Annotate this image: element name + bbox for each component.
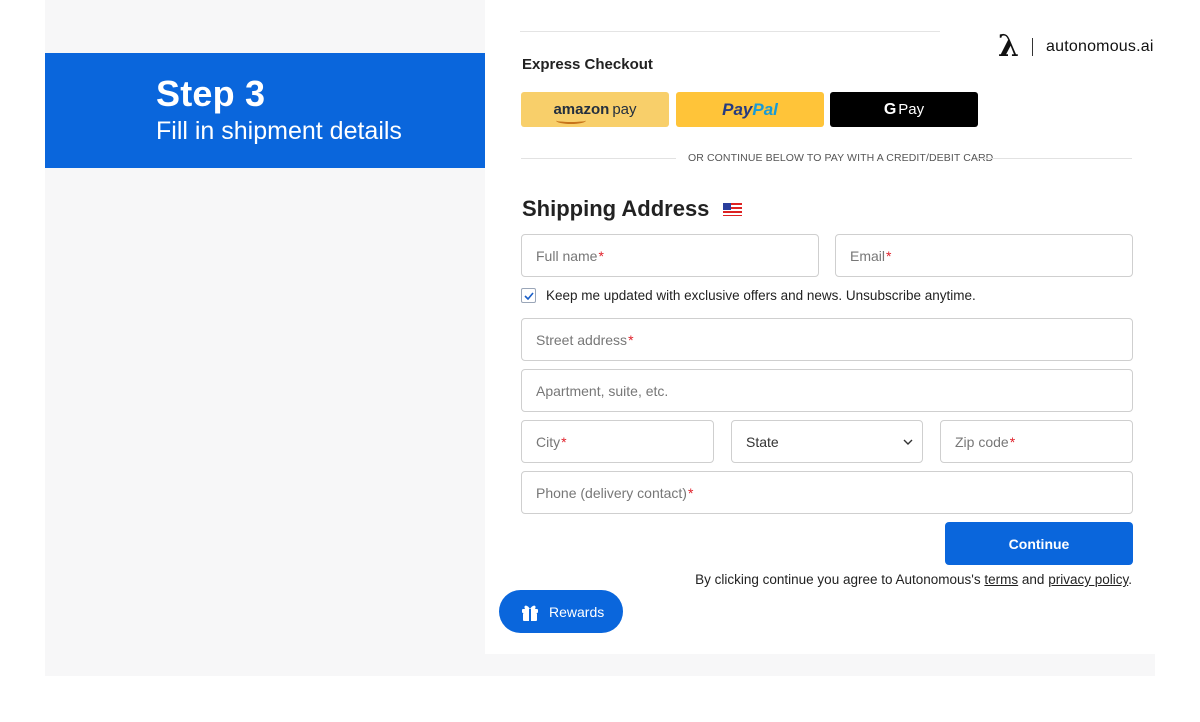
required-marker: * — [561, 433, 567, 450]
divider-text: OR CONTINUE BELOW TO PAY WITH A CREDIT/D… — [688, 152, 994, 164]
rewards-button[interactable]: Rewards — [499, 590, 623, 633]
privacy-policy-link[interactable]: privacy policy — [1048, 572, 1128, 587]
newsletter-option[interactable]: Keep me updated with exclusive offers an… — [521, 288, 976, 303]
apartment-input[interactable]: Apartment, suite, etc. — [521, 369, 1133, 412]
gift-icon — [520, 602, 540, 622]
street-address-input[interactable]: Street address * — [521, 318, 1133, 361]
paypal-word-pal: Pal — [752, 99, 778, 119]
email-input[interactable]: Email * — [835, 234, 1133, 277]
state-select[interactable]: State — [731, 420, 923, 463]
google-pay-word: Pay — [898, 101, 925, 118]
chevron-down-icon — [903, 439, 913, 445]
continue-button[interactable]: Continue — [945, 522, 1133, 565]
required-marker: * — [628, 331, 634, 348]
step-subtitle: Fill in shipment details — [156, 117, 402, 145]
step-banner: Step 3 Fill in shipment details — [45, 53, 485, 168]
google-pay-logo: G Pay — [884, 101, 924, 119]
brand-name: autonomous.ai — [1046, 38, 1154, 55]
us-flag-canton — [723, 202, 732, 210]
newsletter-label: Keep me updated with exclusive offers an… — [546, 288, 976, 303]
full-name-input[interactable]: Full name * — [521, 234, 819, 277]
shipping-address-title: Shipping Address — [522, 196, 743, 222]
amazon-pay-logo: amazon pay — [553, 101, 637, 124]
lambda-logo-icon: λ — [998, 29, 1020, 64]
terms-notice: By clicking continue you agree to Autono… — [695, 572, 1132, 587]
state-selected-value: State — [746, 433, 779, 450]
google-pay-button[interactable]: G Pay — [830, 92, 978, 127]
paypal-logo: PayPal — [722, 100, 778, 120]
phone-placeholder: Phone (delivery contact) — [536, 484, 687, 501]
step-title: Step 3 — [156, 73, 266, 114]
rewards-label: Rewards — [549, 603, 605, 620]
google-g-icon: G — [883, 100, 897, 118]
street-placeholder: Street address — [536, 331, 628, 348]
amazon-smile-icon — [556, 117, 587, 124]
top-divider — [520, 31, 940, 32]
newsletter-checkbox[interactable] — [521, 288, 536, 303]
or-divider: OR CONTINUE BELOW TO PAY WITH A CREDIT/D… — [521, 152, 1132, 166]
us-flag-icon — [723, 202, 743, 216]
zip-code-input[interactable]: Zip code * — [940, 420, 1133, 463]
full-name-placeholder: Full name — [536, 247, 598, 264]
checkmark-icon — [523, 291, 534, 300]
paypal-word-pay: Pay — [722, 99, 753, 119]
email-placeholder: Email — [850, 247, 886, 264]
paypal-button[interactable]: PayPal — [676, 92, 824, 127]
required-marker: * — [1009, 433, 1016, 450]
shipping-title-text: Shipping Address — [522, 196, 710, 221]
divider-line-left — [521, 158, 676, 159]
express-checkout-title: Express Checkout — [522, 56, 653, 73]
amazon-pay-button[interactable]: amazon pay — [521, 92, 669, 127]
brand-logo: λ autonomous.ai — [998, 32, 1154, 62]
required-marker: * — [598, 247, 604, 264]
apartment-placeholder: Apartment, suite, etc. — [536, 382, 669, 399]
city-placeholder: City — [536, 433, 561, 450]
terms-suffix: . — [1128, 572, 1132, 587]
city-input[interactable]: City * — [521, 420, 714, 463]
zip-placeholder: Zip code — [955, 433, 1009, 450]
phone-input[interactable]: Phone (delivery contact) * — [521, 471, 1133, 514]
terms-link[interactable]: terms — [984, 572, 1018, 587]
required-marker: * — [886, 247, 892, 264]
terms-prefix: By clicking continue you agree to Autono… — [695, 572, 981, 587]
required-marker: * — [687, 484, 694, 501]
brand-separator — [1032, 38, 1034, 56]
divider-line-right — [977, 158, 1132, 159]
amazon-pay-word: pay — [612, 101, 637, 118]
terms-and: and — [1021, 572, 1045, 587]
amazon-word: amazon — [553, 101, 610, 118]
